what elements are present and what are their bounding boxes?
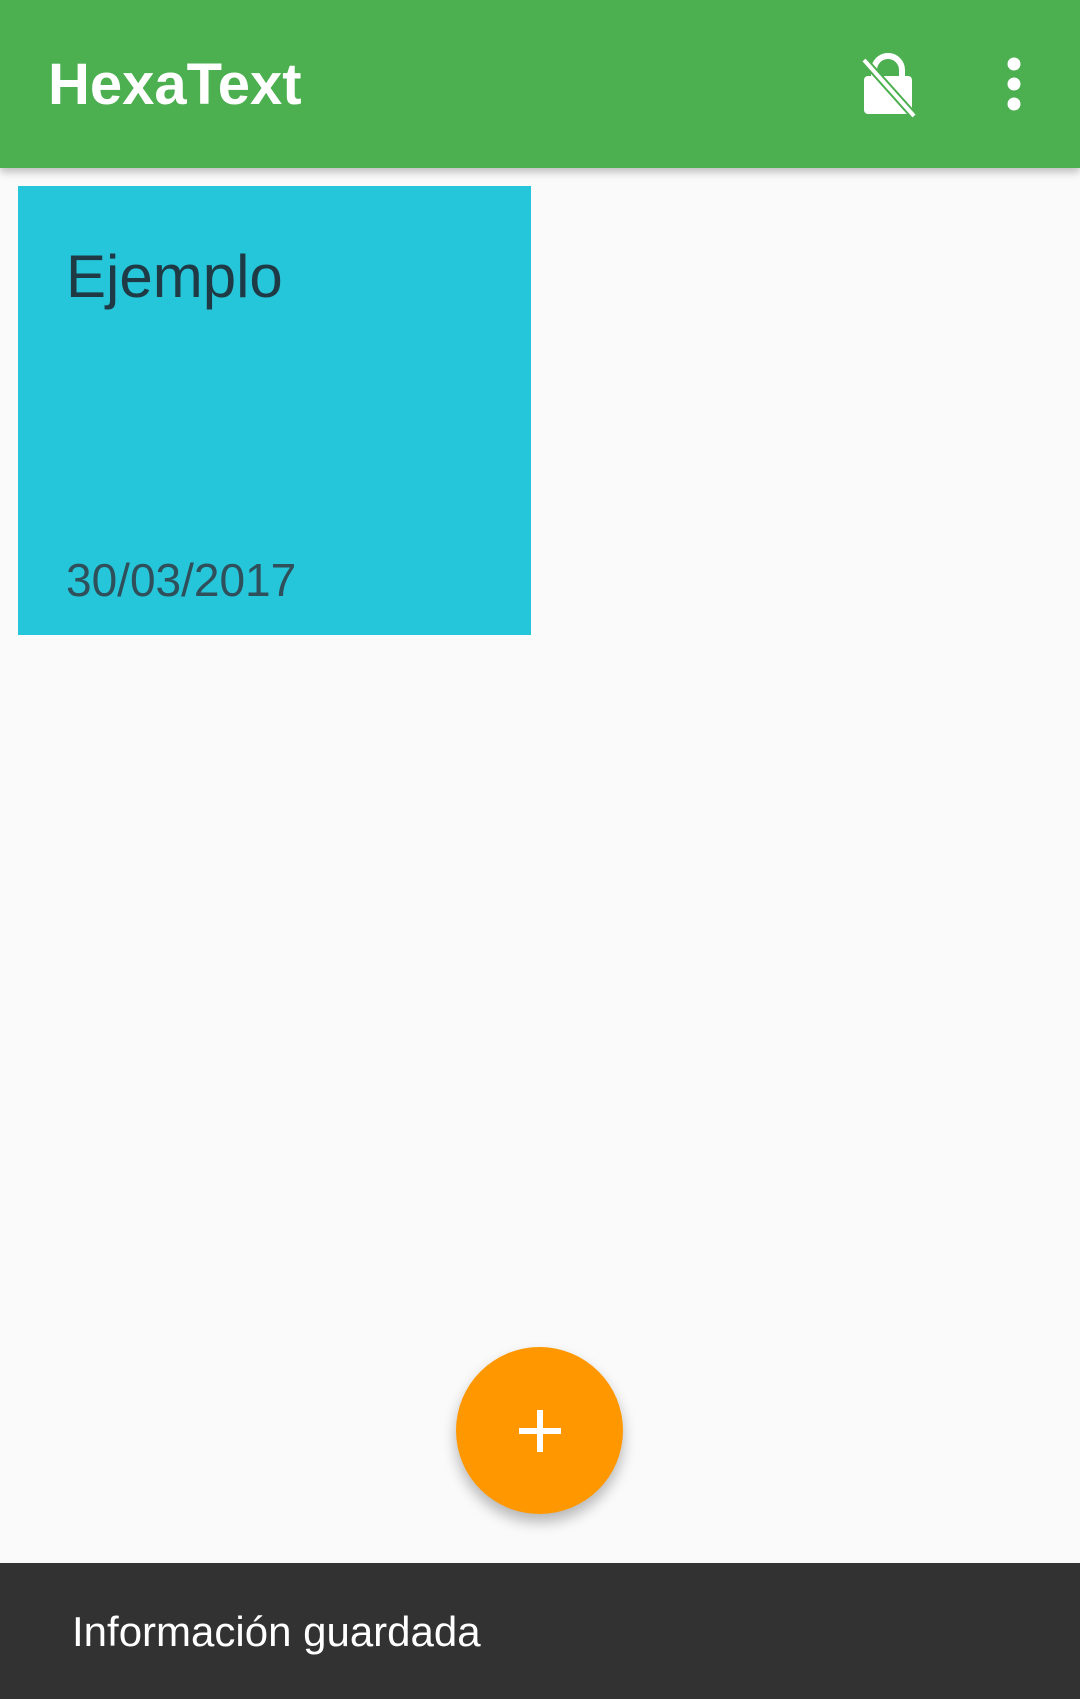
more-vert-icon [1007, 57, 1021, 111]
plus-icon [518, 1409, 561, 1452]
snackbar-message: Información guardada [72, 1608, 481, 1655]
note-card[interactable]: Ejemplo 30/03/2017 [18, 186, 531, 635]
snackbar: Información guardada [0, 1563, 1080, 1699]
lock-toggle-button[interactable] [852, 48, 924, 120]
no-encryption-icon [861, 53, 917, 118]
overflow-menu-button[interactable] [988, 48, 1040, 120]
add-note-button[interactable] [456, 1347, 623, 1514]
app-title: HexaText [48, 52, 302, 117]
app-screen: HexaText Ejemplo 30/03/2017 Información … [0, 0, 1080, 1699]
note-date: 30/03/2017 [66, 554, 297, 606]
app-toolbar: HexaText [0, 0, 1080, 168]
note-title: Ejemplo [66, 243, 283, 310]
